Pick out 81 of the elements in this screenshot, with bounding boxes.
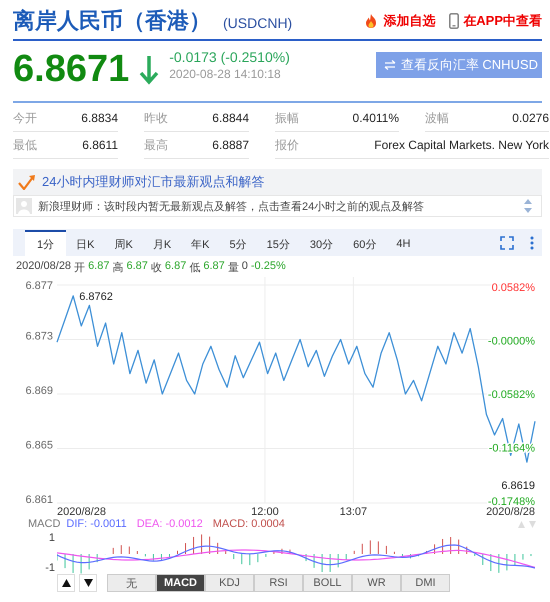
low-price-label: 6.8619 [501, 480, 535, 492]
stat-value: 6.8611 [82, 138, 118, 152]
y-tick-label: 6.861 [25, 494, 53, 506]
stat-label: 最高 [144, 136, 168, 154]
more-icon[interactable] [530, 236, 534, 250]
stat-label: 今开 [13, 110, 37, 126]
volume-label: 量 [228, 261, 239, 275]
change-percent: -0.25% [250, 260, 286, 274]
indicator-name: MACD [28, 518, 60, 530]
stat-value: Forex Capital Markets. New York [374, 138, 549, 152]
period-tab[interactable]: 周K [104, 230, 143, 256]
period-tab[interactable]: 15分 [256, 230, 300, 256]
period-tab[interactable]: 5分 [220, 230, 257, 256]
high-price-label: 6.8762 [79, 290, 113, 303]
indicator-tab[interactable]: KDJ [205, 574, 254, 592]
indicator-value: MACD: 0.0004 [212, 518, 285, 530]
ohlc-value: 6.87 [126, 260, 148, 274]
y-tick-label: 6.869 [25, 385, 53, 397]
x-tick-label: 2020/8/28 [57, 506, 106, 518]
period-tab[interactable]: 30分 [300, 230, 344, 256]
down-triangle-icon [84, 579, 92, 587]
period-tab[interactable]: 月K [142, 230, 182, 256]
indicator-tick-label: 1 [48, 532, 55, 544]
period-tab[interactable]: 60分 [343, 230, 386, 256]
indicator-value: DEA: -0.0012 [136, 518, 203, 530]
move-up-button[interactable] [57, 574, 75, 592]
fullscreen-icon[interactable] [500, 236, 514, 250]
indicator-tab[interactable]: WR [352, 574, 401, 592]
x-tick-label: 12:00 [251, 506, 279, 518]
stat-label: 昨收 [144, 110, 168, 126]
ohlc-label: 收 [150, 261, 162, 275]
ohlc-value: 6.87 [164, 260, 186, 274]
ohlc-value: 6.87 [88, 260, 110, 274]
ohlc-label: 低 [189, 261, 200, 275]
move-down-button[interactable] [79, 574, 97, 592]
stat-value: 6.8834 [81, 111, 118, 125]
indicator-tab[interactable]: BOLL [303, 574, 352, 592]
price-change: -0.0173 (-0.2510%) [169, 49, 290, 65]
stat-value: 6.8887 [212, 138, 249, 152]
price-value: 6.8671 [13, 47, 130, 91]
stat-value: 0.4011% [352, 111, 399, 125]
quote-time: 2020-08-28 14:10:18 [169, 67, 282, 81]
y-tick-label: 6.873 [25, 330, 53, 342]
phone-icon [449, 13, 460, 29]
trend-icon [18, 174, 36, 190]
avatar-icon [16, 198, 32, 214]
period-tab[interactable]: 1分 [25, 230, 66, 256]
period-tab[interactable]: 4H [386, 230, 420, 256]
period-tab[interactable]: 年K [181, 230, 220, 256]
x-tick-label: 2020/8/28 [486, 506, 535, 518]
stat-value: 0.0276 [512, 111, 549, 125]
indicator-tab[interactable]: MACD [156, 574, 205, 592]
app-view-link[interactable]: 在APP中查看 [449, 12, 542, 30]
up-triangle-icon [62, 579, 70, 587]
x-tick-label: 13:07 [340, 506, 368, 518]
stat-value: 6.8844 [212, 111, 249, 125]
indicator-tab[interactable]: 无 [107, 574, 156, 592]
stat-label: 报价 [275, 136, 299, 154]
indicator-tab[interactable]: DMI [401, 574, 450, 592]
volume-value: 0 [242, 260, 248, 274]
percent-label: -0.1748% [488, 496, 535, 508]
percent-label: 0.0582% [492, 282, 535, 294]
stat-label: 振幅 [275, 110, 299, 126]
y-tick-label: 6.877 [25, 280, 53, 292]
percent-label: -0.0582% [488, 389, 535, 401]
bar-date: 2020/08/28 [16, 260, 72, 274]
indicator-tick-label: -1 [45, 562, 55, 574]
symbol-code: (USDCNH) [223, 15, 292, 31]
stat-label: 波幅 [425, 110, 449, 126]
ohlc-label: 开 [74, 261, 86, 275]
indicator-value: DIF: -0.0011 [66, 518, 127, 530]
stat-label: 最低 [13, 136, 37, 154]
page-title: 离岸人民币（香港） [13, 7, 211, 35]
indicator-tab[interactable]: RSI [254, 574, 303, 592]
period-tab[interactable]: 日K [66, 230, 104, 256]
percent-label: -0.0000% [488, 336, 535, 348]
add-watchlist-link[interactable]: 添加自选 [363, 12, 436, 30]
ohlc-value: 6.87 [203, 260, 225, 274]
y-tick-label: 6.865 [25, 440, 53, 452]
ohlc-label: 高 [112, 260, 124, 275]
swap-icon [384, 60, 396, 70]
